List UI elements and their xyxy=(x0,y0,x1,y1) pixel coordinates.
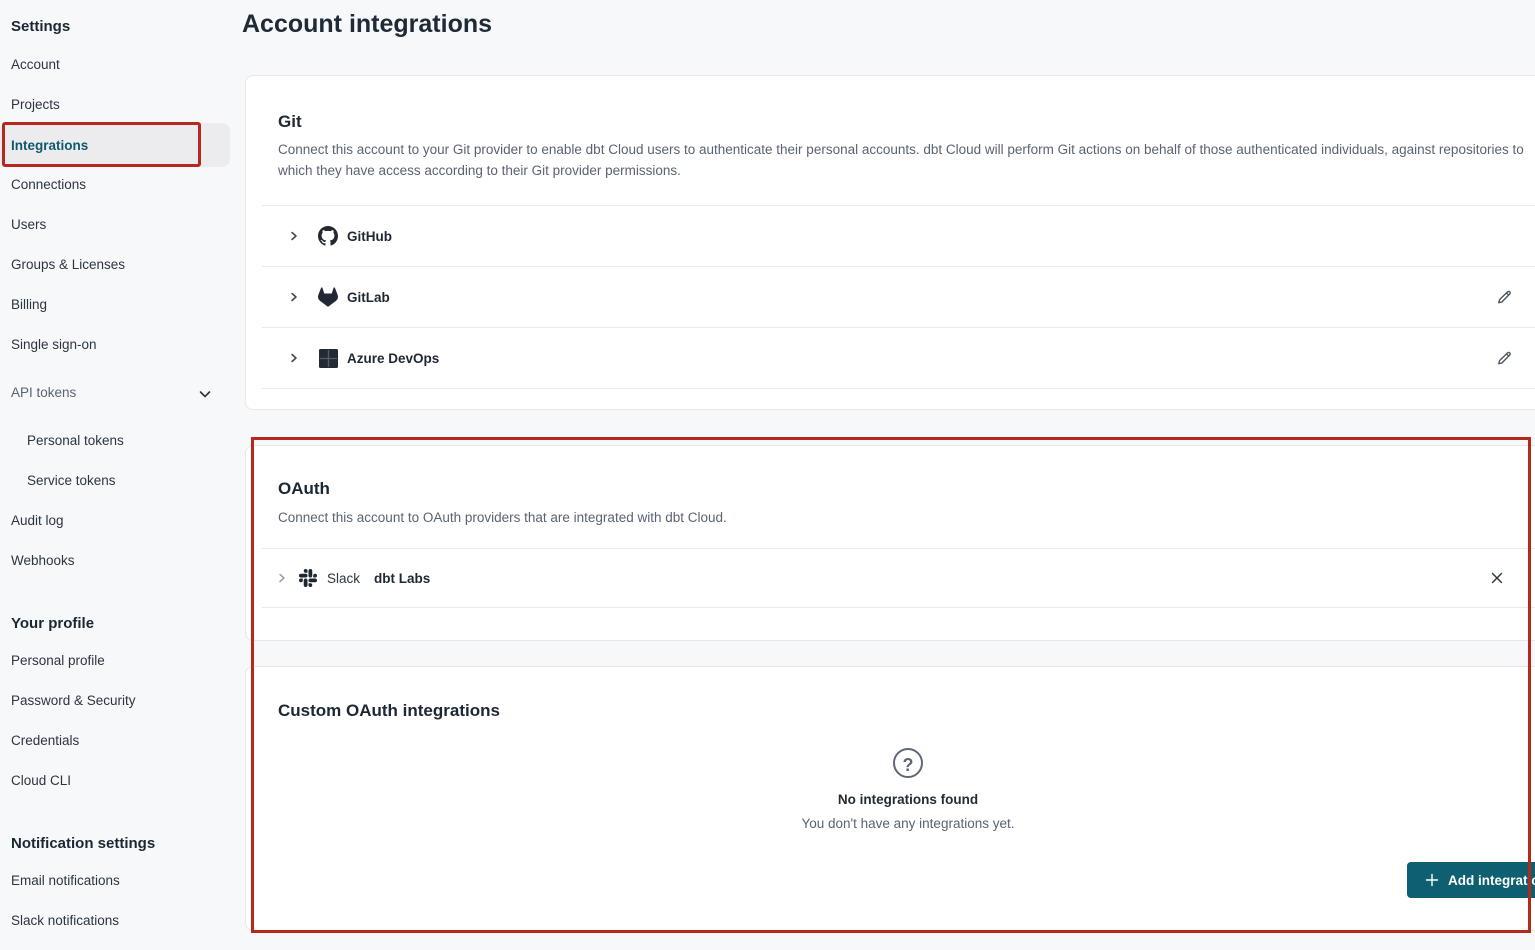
sidebar-item-single-sign-on[interactable]: Single sign-on xyxy=(11,337,97,352)
edit-button[interactable] xyxy=(1495,349,1513,367)
sidebar-item-account[interactable]: Account xyxy=(11,57,60,72)
sidebar-item-connections[interactable]: Connections xyxy=(11,177,86,192)
empty-state-title: No integrations found xyxy=(246,792,1535,807)
add-integration-button[interactable]: Add integration xyxy=(1407,862,1535,898)
integration-row-gitlab[interactable]: GitLab xyxy=(262,266,1535,327)
empty-state-subtitle: You don't have any integrations yet. xyxy=(246,816,1535,831)
sidebar-heading-settings: Settings xyxy=(11,18,70,35)
chevron-right-icon[interactable] xyxy=(276,572,288,584)
git-card-heading: Git xyxy=(278,112,302,132)
sidebar-item-cloud-cli[interactable]: Cloud CLI xyxy=(11,773,71,788)
sidebar-item-service-tokens[interactable]: Service tokens xyxy=(27,473,116,488)
close-icon[interactable] xyxy=(1488,569,1506,587)
chevron-right-icon[interactable] xyxy=(288,352,300,364)
sidebar-item-api-tokens[interactable]: API tokens xyxy=(11,385,76,400)
chevron-down-icon[interactable] xyxy=(197,386,213,402)
integration-name: GitHub xyxy=(347,229,392,244)
sidebar-item-groups-licenses[interactable]: Groups & Licenses xyxy=(11,257,125,272)
sidebar-item-credentials[interactable]: Credentials xyxy=(11,733,79,748)
gitlab-icon xyxy=(318,287,338,307)
oauth-card: OAuth Connect this account to OAuth prov… xyxy=(245,445,1535,641)
edit-button[interactable] xyxy=(1495,288,1513,306)
settings-sidebar: Settings Account Projects Integrations C… xyxy=(0,0,232,950)
empty-state: ? No integrations found You don't have a… xyxy=(246,748,1535,831)
question-circle-icon: ? xyxy=(893,748,923,778)
git-card-description: Connect this account to your Git provide… xyxy=(278,139,1535,181)
integration-row-azure-devops[interactable]: Azure DevOps xyxy=(262,327,1535,389)
add-integration-label: Add integration xyxy=(1448,873,1535,888)
oauth-card-description: Connect this account to OAuth providers … xyxy=(278,507,1535,528)
oauth-card-heading: OAuth xyxy=(278,479,330,499)
sidebar-item-label: Integrations xyxy=(11,138,88,153)
sidebar-heading-your-profile: Your profile xyxy=(11,615,94,632)
chevron-right-icon[interactable] xyxy=(288,291,300,303)
custom-oauth-card: Custom OAuth integrations ? No integrati… xyxy=(245,666,1535,931)
sidebar-item-slack-notifications[interactable]: Slack notifications xyxy=(11,913,119,928)
chevron-right-icon[interactable] xyxy=(288,230,300,242)
sidebar-item-users[interactable]: Users xyxy=(11,217,46,232)
sidebar-heading-notification-settings: Notification settings xyxy=(11,835,155,852)
sidebar-item-email-notifications[interactable]: Email notifications xyxy=(11,873,120,888)
integration-name: Azure DevOps xyxy=(347,351,439,366)
integration-name: dbt Labs xyxy=(374,571,430,586)
page-title: Account integrations xyxy=(242,10,492,39)
integration-row-slack[interactable]: Slack dbt Labs xyxy=(262,548,1535,608)
sidebar-item-billing[interactable]: Billing xyxy=(11,297,47,312)
sidebar-item-personal-profile[interactable]: Personal profile xyxy=(11,653,105,668)
git-card: Git Connect this account to your Git pro… xyxy=(245,75,1535,410)
azure-devops-icon xyxy=(318,348,338,368)
plus-icon xyxy=(1425,873,1439,887)
sidebar-item-webhooks[interactable]: Webhooks xyxy=(11,553,75,568)
slack-icon xyxy=(298,568,318,588)
integration-provider: Slack xyxy=(327,571,360,586)
integration-row-github[interactable]: GitHub xyxy=(262,205,1535,266)
sidebar-item-audit-log[interactable]: Audit log xyxy=(11,513,64,528)
custom-oauth-card-heading: Custom OAuth integrations xyxy=(278,701,500,721)
github-icon xyxy=(318,226,338,246)
integration-name: GitLab xyxy=(347,290,390,305)
sidebar-item-personal-tokens[interactable]: Personal tokens xyxy=(27,433,124,448)
sidebar-item-projects[interactable]: Projects xyxy=(11,97,60,112)
sidebar-item-password-security[interactable]: Password & Security xyxy=(11,693,136,708)
sidebar-item-integrations[interactable]: Integrations xyxy=(0,123,230,167)
